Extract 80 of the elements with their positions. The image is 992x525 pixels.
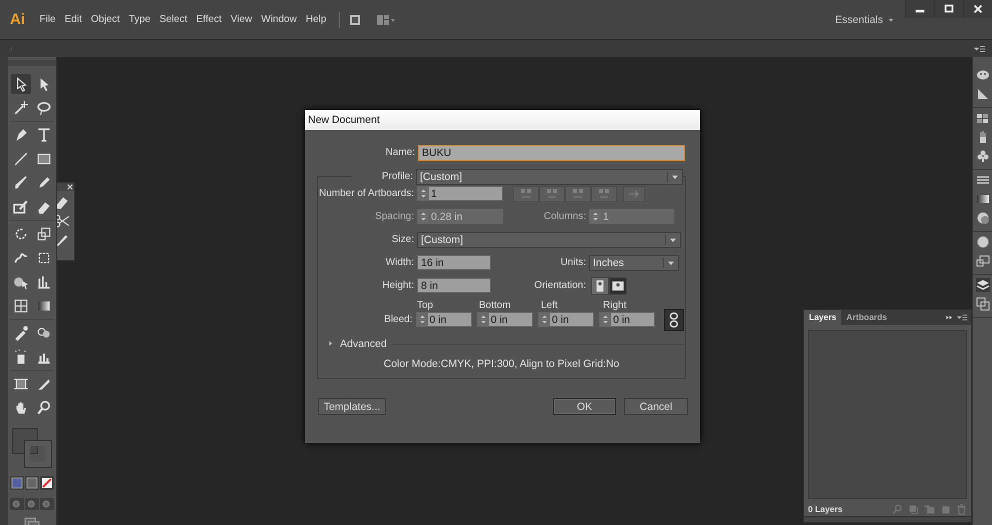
arrange-documents-icon[interactable] [376, 12, 396, 26]
menu-item[interactable]: Effect [192, 12, 226, 27]
field-label: Width: [384, 257, 414, 268]
color-palette-icon[interactable] [976, 68, 990, 82]
panel-menu-icon[interactable] [957, 312, 968, 323]
appearance-icon[interactable] [976, 235, 990, 249]
dialog-title: New Document [305, 110, 700, 130]
bleed-heading: Bottom [479, 300, 512, 311]
size-dropdown[interactable]: [Custom] [417, 232, 681, 248]
panel-tab[interactable]: Artboards [841, 310, 892, 325]
none-icon[interactable] [40, 476, 54, 490]
field-label: Number of Artboards: [319, 188, 414, 199]
menu-item[interactable]: View [226, 12, 257, 27]
bleed-field[interactable]: 0 in [599, 312, 656, 327]
spinner-icon[interactable] [538, 313, 550, 326]
field-label: Columns: [542, 211, 586, 222]
spinner-icon[interactable] [416, 313, 428, 326]
menu-item[interactable]: File [35, 12, 60, 27]
stroke-swatch[interactable] [25, 441, 51, 467]
chain-link-icon[interactable] [664, 308, 684, 330]
cancel-button[interactable]: Cancel [624, 398, 688, 415]
menu-item[interactable]: Object [86, 12, 124, 27]
spinner-icon[interactable] [600, 313, 612, 326]
landscape-orientation-icon[interactable] [609, 276, 627, 294]
portrait-orientation-icon[interactable] [591, 276, 609, 294]
profile-dropdown[interactable]: [Custom] [416, 168, 683, 184]
draw-normal-icon[interactable] [10, 498, 24, 510]
minimize-icon[interactable] [905, 0, 934, 18]
width-field[interactable]: 16 in [417, 255, 491, 270]
swatches-icon[interactable] [976, 111, 990, 125]
spinner-icon[interactable] [418, 187, 429, 200]
close-icon[interactable] [963, 0, 992, 18]
name-field[interactable]: BUKU [418, 144, 685, 160]
advanced-toggle[interactable]: Advanced [340, 338, 387, 350]
field-label: Units: [559, 257, 586, 268]
gradient-icon[interactable] [976, 192, 990, 206]
field-label: Size: [390, 234, 414, 245]
field-label: Height: [381, 280, 414, 291]
field-label: Profile: [380, 171, 413, 182]
clipping-mask-icon[interactable] [908, 504, 919, 514]
maximize-icon[interactable] [934, 0, 963, 18]
club-symbol-icon[interactable] [976, 149, 990, 163]
bleed-field[interactable]: 0 in [538, 312, 594, 327]
menu-item[interactable]: Select [154, 12, 192, 27]
color-mode-icon[interactable] [10, 476, 24, 490]
menu-item[interactable]: Window [256, 12, 302, 27]
scissors-icon[interactable] [57, 213, 70, 229]
gradient-mode-icon[interactable] [25, 476, 39, 490]
graphic-styles-icon[interactable] [976, 254, 990, 268]
field-label: Spacing: [374, 211, 414, 222]
bleed-field[interactable]: 0 in [416, 312, 472, 327]
draw-behind-icon[interactable] [25, 498, 39, 510]
bleed-heading: Right [603, 300, 628, 311]
artboards-field[interactable]: 1 [417, 186, 503, 201]
templates-button[interactable]: Templates... [318, 398, 386, 415]
field-label: Name: [384, 147, 415, 158]
draw-inside-icon[interactable] [40, 498, 54, 510]
bleed-field[interactable]: 0 in [476, 312, 533, 327]
panel-tab[interactable]: Layers [804, 310, 842, 325]
color-guide-icon[interactable] [976, 87, 990, 101]
collapse-icon[interactable] [945, 313, 954, 322]
layers-icon[interactable] [976, 278, 990, 292]
bleed-heading: Top [417, 300, 434, 311]
units-dropdown[interactable]: Inches [589, 254, 679, 270]
bleed-heading: Left [541, 300, 559, 311]
layer-count: 0 Layers [808, 504, 842, 514]
spinner-icon[interactable] [478, 313, 489, 326]
field-label: Orientation: [533, 280, 586, 291]
document-info: Color Mode:CMYK, PPI:300, Align to Pixel Grid:No [382, 358, 620, 370]
menu-item[interactable]: Type [124, 12, 155, 27]
ok-button[interactable]: OK [553, 398, 616, 415]
workspace-switcher[interactable]: Essentials [835, 14, 895, 26]
field-label: Bleed: [383, 314, 413, 325]
artboards-icon[interactable] [976, 297, 990, 311]
height-field[interactable]: 8 in [417, 278, 491, 293]
transparency-icon[interactable] [976, 211, 990, 225]
bridge-icon [348, 12, 362, 26]
menu-item[interactable]: Edit [60, 12, 86, 27]
app-logo: Ai [10, 11, 25, 28]
menu-item[interactable]: Help [301, 12, 331, 27]
